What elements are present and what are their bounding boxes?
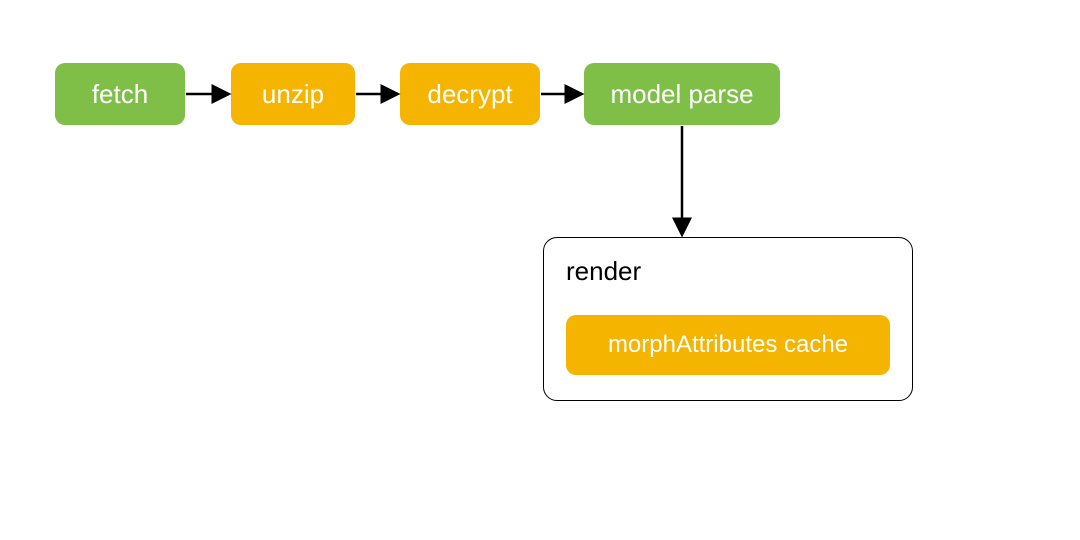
node-render-title: render	[566, 256, 890, 287]
node-morph-cache: morphAttributes cache	[566, 315, 890, 375]
node-unzip: unzip	[231, 63, 355, 125]
node-model-parse: model parse	[584, 63, 780, 125]
node-render-container: render morphAttributes cache	[543, 237, 913, 401]
node-fetch: fetch	[55, 63, 185, 125]
node-decrypt: decrypt	[400, 63, 540, 125]
